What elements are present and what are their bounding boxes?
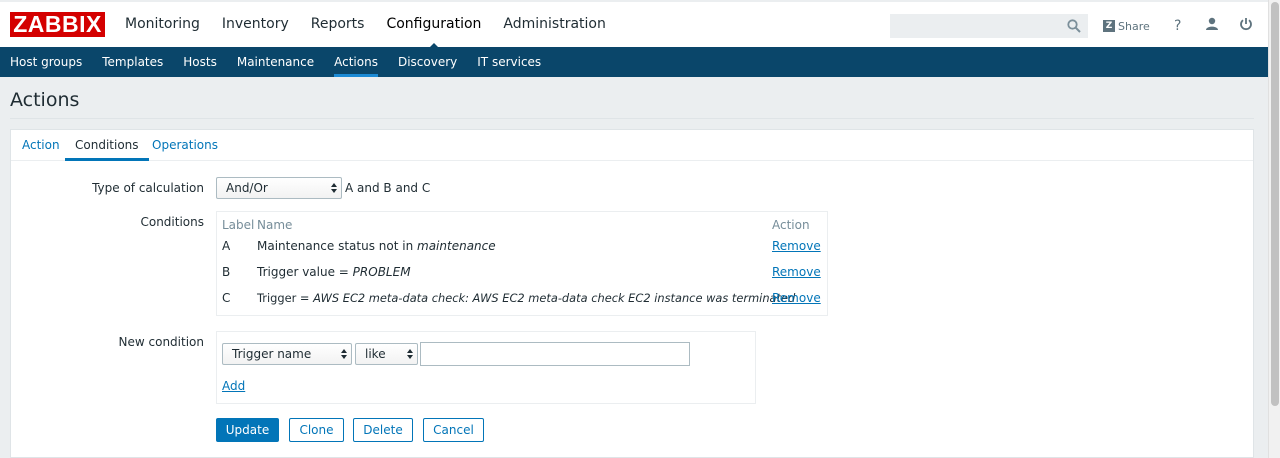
- condition-operator-select[interactable]: like: [355, 343, 418, 365]
- share-label: Share: [1118, 19, 1150, 33]
- header-actions: Z Share ?: [1103, 14, 1272, 38]
- tab-conditions[interactable]: Conditions: [65, 130, 149, 161]
- menu-configuration[interactable]: Configuration: [386, 2, 481, 49]
- select-arrows-icon: [331, 183, 337, 193]
- page-title: Actions: [10, 89, 80, 111]
- add-condition-link[interactable]: Add: [222, 379, 245, 393]
- condition-value-input[interactable]: [420, 342, 690, 366]
- menu-reports[interactable]: Reports: [311, 2, 365, 47]
- clone-button[interactable]: Clone: [289, 418, 344, 442]
- col-label-header: Label: [222, 218, 255, 232]
- calc-type-value: And/Or: [226, 181, 268, 195]
- submenu-discovery[interactable]: Discovery: [398, 47, 457, 77]
- search-icon[interactable]: [1067, 19, 1081, 33]
- submenu-templates[interactable]: Templates: [102, 47, 163, 77]
- condition-name: Maintenance status not in maintenance: [257, 239, 496, 253]
- submenu-it-services[interactable]: IT services: [477, 47, 541, 77]
- condition-label: B: [222, 265, 231, 279]
- scrollbar-thumb[interactable]: [1271, 2, 1279, 406]
- conditions-table: Label Name Action A Maintenance status n…: [216, 211, 828, 316]
- calc-type-label: Type of calculation: [92, 181, 204, 195]
- condition-label: C: [222, 291, 231, 305]
- zabbix-logo[interactable]: ZABBIX: [10, 12, 105, 37]
- search-input[interactable]: [890, 14, 1088, 38]
- tab-operations[interactable]: Operations: [142, 130, 228, 161]
- submenu-host-groups[interactable]: Host groups: [10, 47, 82, 77]
- submenu-hosts[interactable]: Hosts: [183, 47, 217, 77]
- user-profile-icon[interactable]: [1204, 17, 1220, 35]
- tab-action[interactable]: Action: [12, 130, 70, 161]
- select-arrows-icon: [341, 349, 347, 359]
- remove-condition-c-link[interactable]: Remove: [772, 291, 821, 305]
- menu-inventory[interactable]: Inventory: [222, 2, 289, 47]
- share-link[interactable]: Z Share: [1103, 20, 1150, 33]
- condition-name: Trigger value = PROBLEM: [257, 265, 411, 279]
- delete-button[interactable]: Delete: [353, 418, 413, 442]
- top-header: ZABBIX Monitoring Inventory Reports Conf…: [0, 0, 1268, 49]
- title-divider: [10, 118, 1254, 119]
- col-name-header: Name: [257, 218, 293, 232]
- condition-name-prefix: Trigger value =: [257, 265, 353, 279]
- condition-name-prefix: Maintenance status not in: [257, 239, 418, 253]
- new-condition-box: Trigger name like Add: [216, 331, 756, 404]
- calc-formula: A and B and C: [345, 181, 431, 195]
- select-arrows-icon: [407, 349, 413, 359]
- calc-type-select[interactable]: And/Or: [216, 177, 342, 199]
- zabbix-share-icon: Z: [1103, 20, 1115, 32]
- menu-administration[interactable]: Administration: [503, 2, 605, 47]
- submenu-actions[interactable]: Actions: [334, 47, 378, 77]
- condition-label: A: [222, 239, 231, 253]
- remove-condition-a-link[interactable]: Remove: [772, 239, 821, 253]
- condition-name-value: AWS EC2 meta-data check: AWS EC2 meta-da…: [313, 291, 796, 305]
- sub-menu: Host groups Templates Hosts Maintenance …: [0, 47, 1268, 77]
- col-action-header: Action: [772, 218, 810, 232]
- form-tabs: Action Conditions Operations: [11, 130, 1253, 161]
- condition-name-value: PROBLEM: [352, 265, 411, 279]
- conditions-label: Conditions: [140, 215, 204, 229]
- sign-out-icon[interactable]: [1238, 17, 1254, 35]
- action-form: Action Conditions Operations Type of cal…: [10, 129, 1254, 458]
- condition-name-value: maintenance: [417, 239, 496, 253]
- page-scrollbar[interactable]: [1268, 0, 1280, 458]
- submenu-maintenance[interactable]: Maintenance: [237, 47, 314, 77]
- condition-name: Trigger = AWS EC2 meta-data check: AWS E…: [257, 291, 795, 305]
- condition-type-select[interactable]: Trigger name: [222, 343, 352, 365]
- condition-type-value: Trigger name: [232, 347, 312, 361]
- condition-operator-value: like: [365, 347, 386, 361]
- main-menu: Monitoring Inventory Reports Configurati…: [125, 2, 628, 49]
- remove-condition-b-link[interactable]: Remove: [772, 265, 821, 279]
- new-condition-label: New condition: [118, 335, 204, 349]
- condition-name-prefix: Trigger =: [257, 291, 314, 305]
- cancel-button[interactable]: Cancel: [423, 418, 484, 442]
- menu-monitoring[interactable]: Monitoring: [125, 2, 200, 47]
- help-icon[interactable]: ?: [1170, 18, 1186, 34]
- update-button[interactable]: Update: [216, 418, 279, 442]
